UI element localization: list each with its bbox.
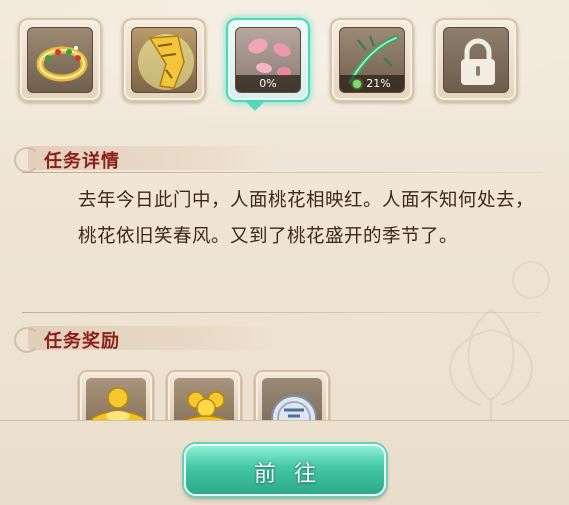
progress-dot-icon	[353, 80, 362, 88]
detail-header: 任务详情	[14, 144, 278, 173]
item-progress: 0%	[236, 75, 300, 92]
item-progress: 21%	[340, 75, 404, 92]
go-button[interactable]: 前往	[184, 444, 386, 496]
item-slot-locked[interactable]	[434, 18, 518, 102]
gold-scroll-icon	[138, 34, 194, 90]
selected-item-pointer	[246, 102, 264, 111]
item-slot-flute[interactable]: 21%	[330, 18, 414, 102]
item-slot-ring[interactable]	[18, 18, 102, 102]
divider	[22, 312, 542, 313]
lock-icon	[461, 38, 495, 85]
item-slot-peach[interactable]: 0%	[226, 18, 310, 102]
task-description: 去年今日此门中，人面桃花相映红。人面不知何处去，桃花依旧笑春风。又到了桃花盛开的…	[78, 190, 535, 247]
detail-title: 任务详情	[44, 151, 120, 172]
ring-icon	[36, 46, 88, 82]
rewards-title: 任务奖励	[44, 331, 120, 352]
divider	[22, 172, 542, 173]
go-button-label: 前往	[253, 462, 334, 487]
item-slot-scroll[interactable]	[122, 18, 206, 102]
rewards-header: 任务奖励	[14, 324, 278, 353]
swirl-ornament-icon	[14, 327, 40, 353]
swirl-ornament-icon	[14, 147, 40, 173]
item-slot-bar: 0% 21%	[18, 14, 518, 110]
